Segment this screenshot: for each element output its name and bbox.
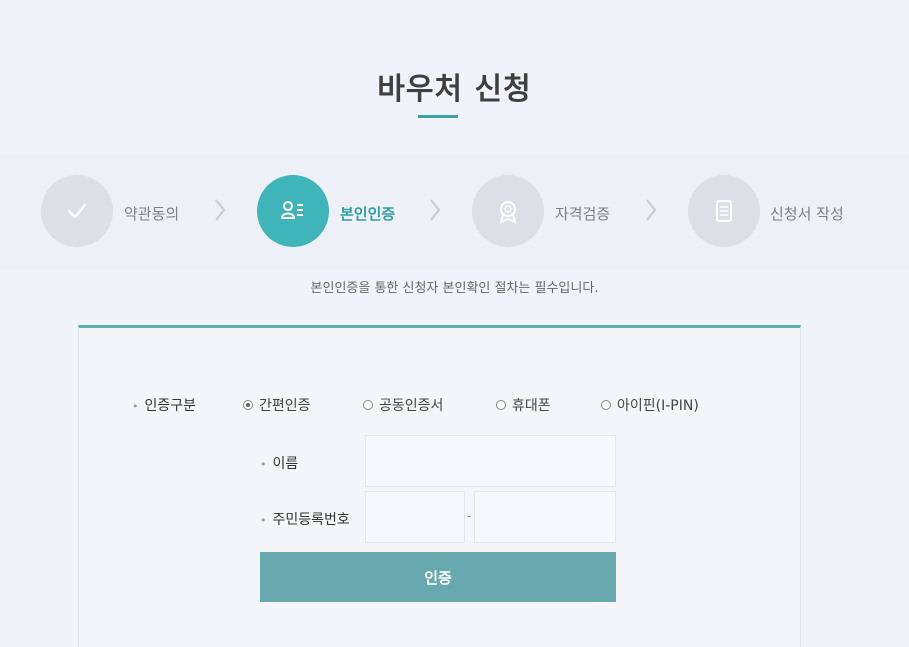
rrn-back-wrapper — [474, 491, 616, 543]
radio-unchecked-icon[interactable] — [496, 400, 506, 410]
rrn-separator: - — [467, 509, 472, 523]
radio-ipin-label: 아이핀(I-PIN) — [617, 398, 699, 414]
radio-unchecked-icon[interactable] — [601, 400, 611, 410]
step-2-circle — [257, 175, 329, 247]
badge-icon — [499, 201, 517, 224]
auth-type-label: • 인증구분 — [132, 395, 196, 415]
radio-simple-auth[interactable]: 간편인증 — [243, 395, 311, 415]
bullet-icon: • — [260, 514, 267, 527]
name-input[interactable] — [366, 436, 615, 486]
rrn-front-input[interactable] — [366, 492, 464, 542]
id-card-icon — [280, 201, 303, 219]
radio-simple-auth-label: 간편인증 — [259, 398, 311, 414]
bullet-icon: • — [260, 458, 267, 471]
document-icon — [716, 200, 732, 222]
chevron-right-icon — [646, 199, 657, 221]
step-4-label: 신청서 작성 — [770, 205, 844, 223]
name-label-text: 이름 — [272, 456, 299, 472]
radio-joint-cert[interactable]: 공동인증서 — [363, 395, 443, 415]
rrn-front-wrapper — [365, 491, 465, 543]
rrn-label: • 주민등록번호 — [260, 509, 350, 529]
step-3-circle — [472, 175, 544, 247]
name-field-wrapper — [365, 435, 616, 487]
radio-mobile-label: 휴대폰 — [512, 398, 551, 414]
radio-ipin[interactable]: 아이핀(I-PIN) — [601, 395, 699, 415]
rrn-back-input[interactable] — [475, 492, 615, 542]
rrn-label-text: 주민등록번호 — [272, 512, 350, 528]
bullet-icon: • — [132, 400, 139, 413]
step-3-label: 자격검증 — [555, 205, 611, 223]
title-underline — [418, 115, 458, 118]
chevron-right-icon — [430, 199, 441, 221]
step-2-label: 본인인증 — [340, 205, 396, 223]
name-label: • 이름 — [260, 453, 298, 473]
step-1-label: 약관동의 — [124, 205, 180, 223]
page-title: 바우처 신청 — [377, 72, 532, 107]
auth-submit-button[interactable]: 인증 — [260, 552, 616, 602]
radio-joint-cert-label: 공동인증서 — [379, 398, 444, 414]
chevron-right-icon — [215, 199, 226, 221]
step-1-circle — [41, 175, 113, 247]
radio-checked-icon[interactable] — [243, 400, 253, 410]
auth-type-label-text: 인증구분 — [144, 398, 197, 414]
check-icon — [67, 203, 87, 219]
notice-text: 본인인증을 통한 신청자 본인확인 절차는 필수입니다. — [310, 281, 599, 296]
step-4-circle — [688, 175, 760, 247]
radio-unchecked-icon[interactable] — [363, 400, 373, 410]
radio-mobile[interactable]: 휴대폰 — [496, 395, 551, 415]
